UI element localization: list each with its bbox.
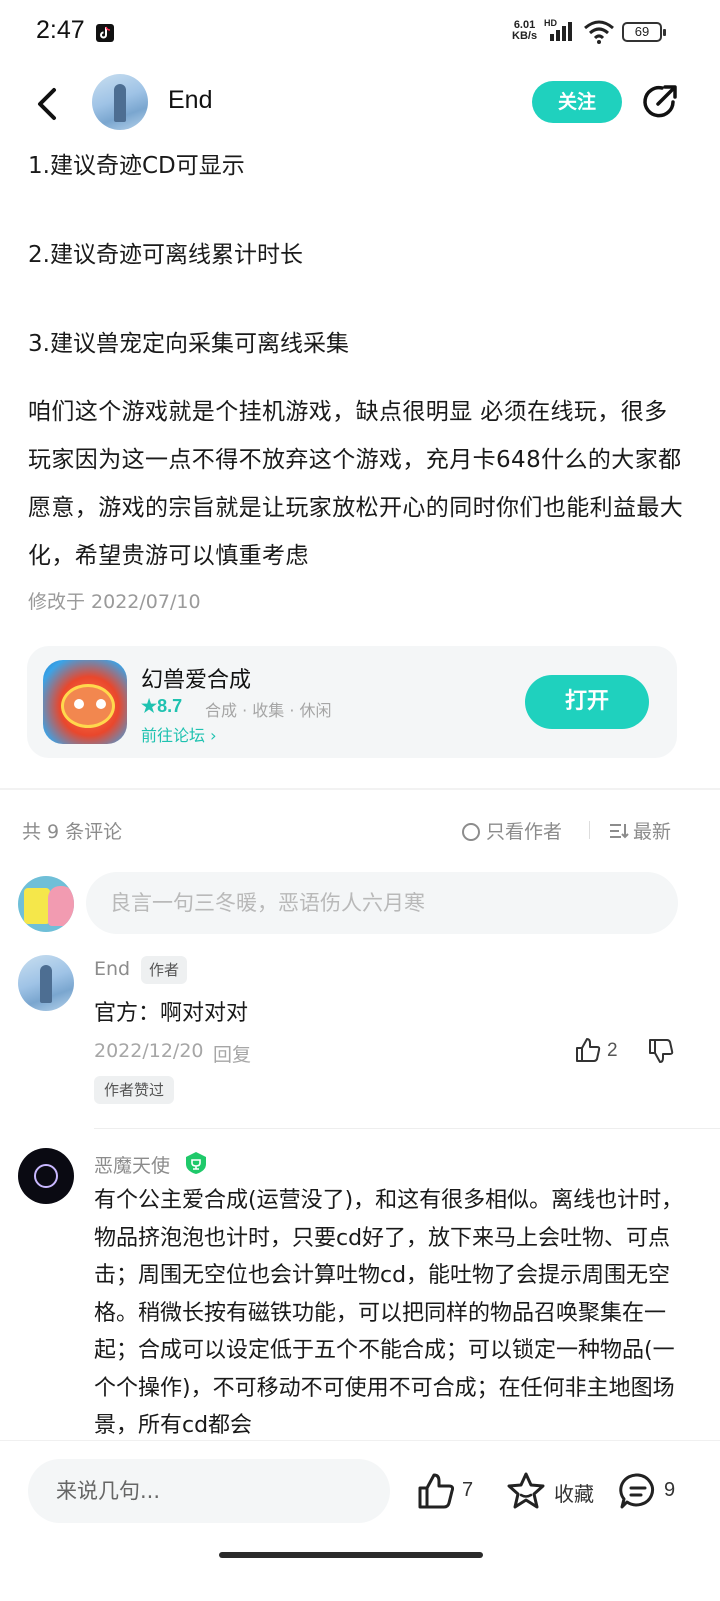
suggestion-line: 1.建议奇迹CD可显示 [28, 153, 245, 179]
game-icon[interactable] [43, 660, 127, 744]
comment-author[interactable]: 恶魔天使 [94, 1151, 170, 1178]
comment-avatar[interactable] [18, 955, 74, 1011]
network-speed: 6.01 KB/s [512, 19, 538, 42]
sort-icon [610, 824, 629, 839]
suggestion-line: 2.建议奇迹可离线累计时长 [28, 242, 303, 268]
post-header: End 关注 [0, 64, 720, 144]
tiktok-notification-icon [96, 24, 114, 42]
status-bar: 2:47 6.01 KB/s HD 69 [0, 0, 720, 64]
radio-circle-icon [462, 823, 480, 841]
comment-text: 有个公主爱合成(运营没了)，和这有很多相似。离线也计时，物品挤泡泡也计时，只要c… [94, 1188, 684, 1438]
thumbs-up-icon[interactable] [574, 1036, 602, 1064]
back-arrow-icon[interactable] [30, 84, 64, 124]
level-badge-icon [186, 1152, 206, 1174]
comment-bubble-icon[interactable] [618, 1471, 658, 1511]
modified-time: 修改于 2022/07/10 [28, 591, 201, 613]
thumbs-up-icon[interactable] [416, 1471, 456, 1511]
reply-button[interactable]: 回复 [213, 1040, 251, 1067]
comment-date: 2022/12/20 [94, 1040, 204, 1062]
comment-avatar[interactable] [18, 1148, 74, 1204]
comment-text: 官方：啊对对对 [94, 1001, 249, 1026]
comment-author[interactable]: End [94, 958, 130, 980]
post-like-count: 7 [462, 1479, 474, 1501]
home-indicator[interactable] [219, 1552, 483, 1558]
open-game-button[interactable]: 打开 [525, 675, 649, 729]
share-icon[interactable] [640, 82, 680, 122]
toolbar-separator [589, 821, 590, 839]
bottom-action-bar: 来说几句... 7 收藏 9 [0, 1440, 720, 1601]
forum-link[interactable]: 前往论坛 › [141, 722, 217, 746]
author-tag: 作者 [141, 956, 188, 984]
signal-icon [550, 22, 572, 41]
battery-indicator: 69 [622, 22, 666, 42]
say-something-input[interactable]: 来说几句... [28, 1459, 390, 1523]
comment-like-count: 2 [607, 1040, 618, 1061]
favorite-label[interactable]: 收藏 [554, 1478, 594, 1507]
author-name[interactable]: End [168, 86, 212, 115]
game-tags: 合成 · 收集 · 休闲 [205, 701, 332, 720]
my-avatar[interactable] [18, 876, 74, 932]
game-card[interactable]: 幻兽爱合成 ★8.7 合成 · 收集 · 休闲 前往论坛 › 打开 [27, 646, 677, 758]
sort-newest-button[interactable]: 最新 [609, 817, 671, 844]
comment-input[interactable]: 良言一句三冬暖，恶语伤人六月寒 [86, 872, 678, 934]
game-name: 幻兽爱合成 [141, 668, 252, 693]
wifi-icon [584, 20, 614, 44]
follow-button[interactable]: 关注 [532, 81, 622, 123]
section-divider [0, 788, 720, 790]
suggestion-line: 3.建议兽宠定向采集可离线采集 [28, 331, 349, 357]
status-time: 2:47 [36, 16, 85, 44]
author-avatar[interactable] [92, 74, 148, 130]
game-rating: ★8.7 [141, 696, 183, 716]
star-icon[interactable] [506, 1471, 546, 1511]
comment-divider [94, 1128, 720, 1129]
author-only-toggle[interactable]: 只看作者 [462, 817, 562, 844]
thumbs-down-icon[interactable] [646, 1036, 676, 1066]
post-comment-count: 9 [664, 1479, 676, 1501]
post-paragraph: 咱们这个游戏就是个挂机游戏，缺点很明显 必须在线玩，很多玩家因为这一点不得不放弃… [28, 399, 684, 569]
comment-count: 共 9 条评论 [22, 821, 123, 843]
author-liked-badge: 作者赞过 [94, 1076, 175, 1104]
